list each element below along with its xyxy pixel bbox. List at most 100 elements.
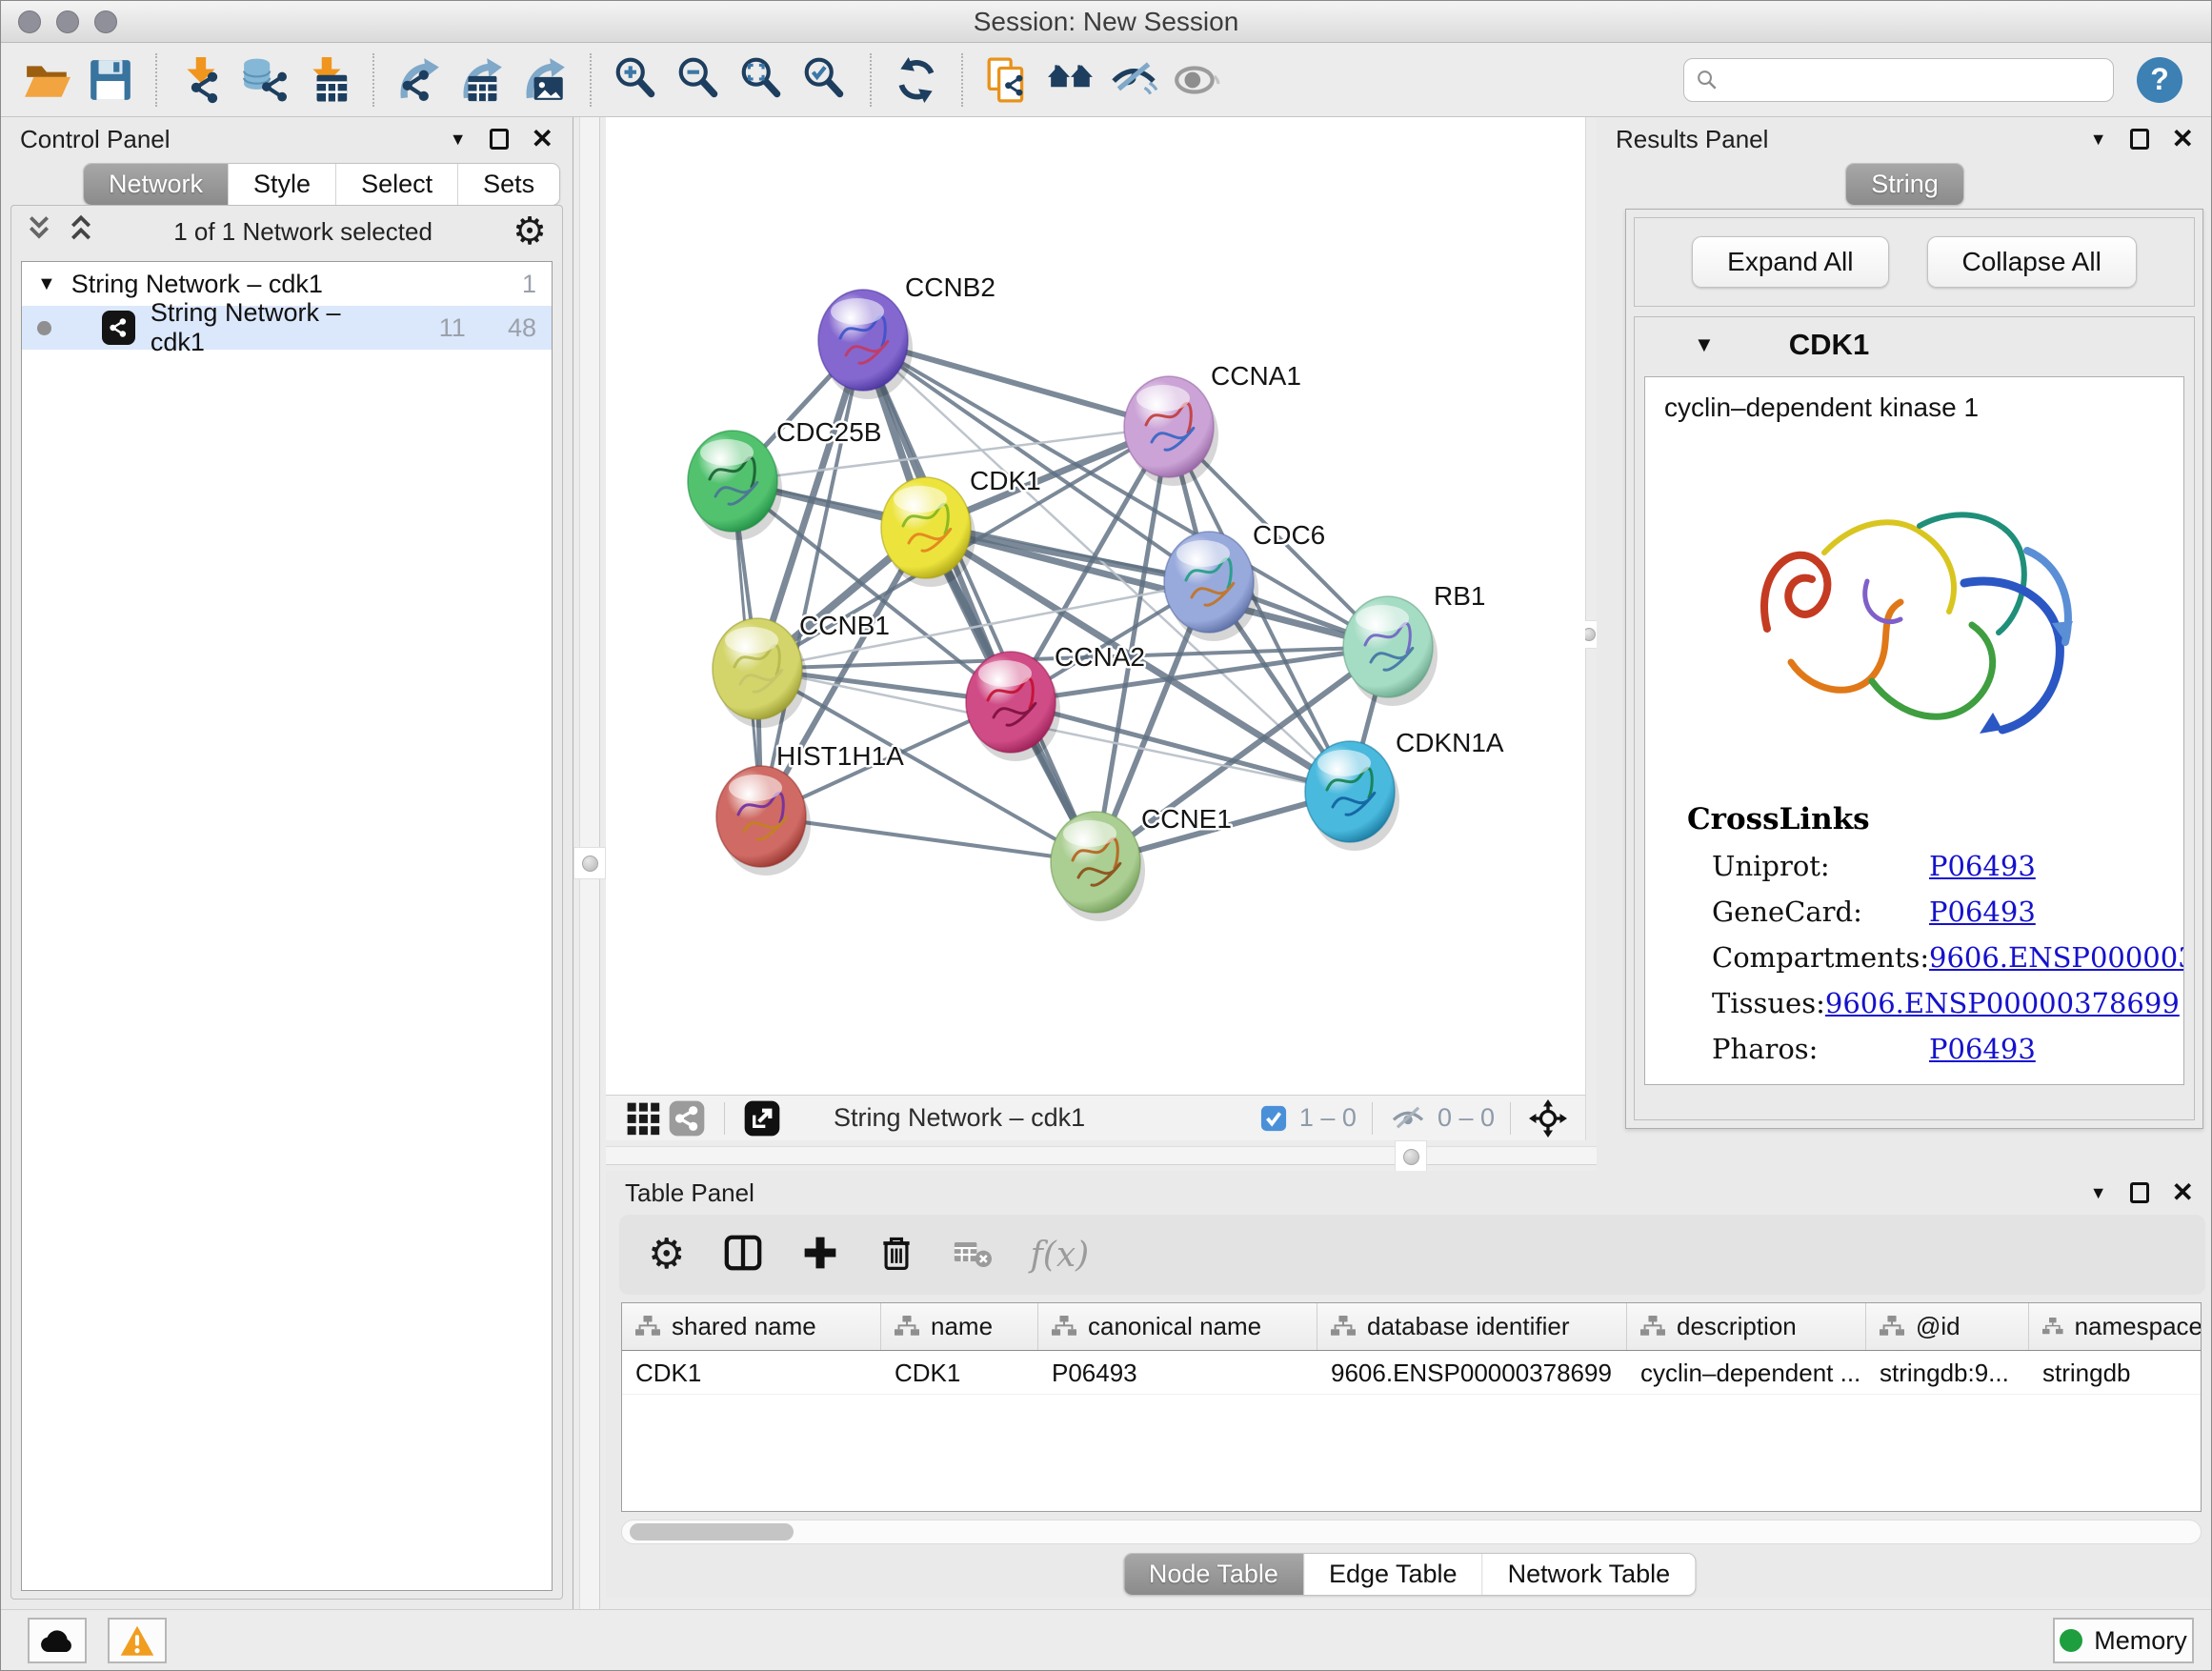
left-splitter-grip[interactable]	[573, 847, 606, 879]
tab-edge-table[interactable]: Edge Table	[1304, 1554, 1483, 1595]
tab-style[interactable]: Style	[229, 164, 336, 205]
import-network-file-button[interactable]	[171, 50, 233, 111]
export-network-button[interactable]	[388, 50, 451, 111]
delete-table-icon[interactable]	[954, 1236, 992, 1274]
import-network-database-button[interactable]	[233, 50, 296, 111]
control-panel-float-icon[interactable]	[490, 129, 509, 150]
search-box[interactable]	[1683, 58, 2114, 102]
add-column-icon[interactable]	[801, 1234, 839, 1277]
network-row[interactable]: String Network – cdk1 11 48	[22, 306, 552, 350]
node-entry-header[interactable]: ▼ CDK1	[1635, 317, 2194, 372]
tab-network-table[interactable]: Network Table	[1483, 1554, 1696, 1595]
table-panel-float-icon[interactable]	[2130, 1182, 2149, 1203]
crosslink-link[interactable]: P06493	[1929, 1033, 2036, 1065]
network-share-icon[interactable]	[665, 1099, 709, 1137]
refresh-view-button[interactable]	[885, 50, 948, 111]
column-header-description[interactable]: description	[1627, 1303, 1866, 1350]
table-cell[interactable]: cyclin–dependent ...	[1627, 1351, 1866, 1394]
zoom-selected-button[interactable]	[794, 50, 856, 111]
collapse-all-networks-icon[interactable]	[27, 212, 51, 251]
table-cell[interactable]: P06493	[1038, 1351, 1317, 1394]
window-zoom-button[interactable]	[94, 10, 117, 33]
table-panel-collapse-icon[interactable]: ▼	[2090, 1183, 2107, 1203]
expand-all-button[interactable]: Expand All	[1692, 236, 1888, 288]
network-node-CDKN1A[interactable]: CDKN1A	[1305, 728, 1504, 851]
network-node-RB1[interactable]: RB1	[1343, 581, 1485, 706]
duplicate-network-button[interactable]	[976, 50, 1039, 111]
hide-selected-button[interactable]	[1102, 50, 1165, 111]
table-cell[interactable]: CDK1	[881, 1351, 1038, 1394]
table-panel-close-icon[interactable]: ✕	[2172, 1182, 2194, 1203]
help-button[interactable]: ?	[2137, 57, 2182, 103]
show-all-button[interactable]	[1165, 50, 1228, 111]
window-close-button[interactable]	[18, 10, 41, 33]
column-header-namespace[interactable]: namespace	[2029, 1303, 2202, 1350]
save-session-button[interactable]	[79, 50, 142, 111]
network-node-CCNA1[interactable]: CCNA1	[1124, 361, 1301, 486]
birdseye-grid-icon[interactable]	[621, 1099, 665, 1137]
network-node-CCNE1[interactable]: CCNE1	[1051, 804, 1232, 921]
network-graph[interactable]: CCNB2CCNA1CDC25BCDK1CDC6RB1CCNB1CCNA2CDK…	[606, 117, 1585, 1095]
column-header-name[interactable]: name	[881, 1303, 1038, 1350]
crosslink-link[interactable]: 9606.ENSP00000378699	[1825, 987, 2180, 1019]
edge-CCNB2-CCNE1[interactable]	[863, 340, 1096, 862]
export-view-icon[interactable]	[740, 1099, 784, 1137]
results-panel-collapse-icon[interactable]: ▼	[2090, 130, 2107, 150]
memory-button[interactable]: Memory	[2053, 1618, 2194, 1663]
function-builder-icon[interactable]: f(x)	[1030, 1236, 1089, 1275]
show-columns-icon[interactable]	[723, 1233, 763, 1278]
export-table-button[interactable]	[451, 50, 513, 111]
edge-HIST1H1A-CCNE1[interactable]	[761, 816, 1096, 862]
network-view-canvas[interactable]: CCNB2CCNA1CDC25BCDK1CDC6RB1CCNB1CCNA2CDK…	[606, 117, 1585, 1095]
zoom-fit-button[interactable]	[731, 50, 794, 111]
results-panel-float-icon[interactable]	[2130, 129, 2149, 150]
collection-expand-caret-icon[interactable]: ▼	[37, 273, 56, 295]
crosslink-link[interactable]: P06493	[1929, 896, 2036, 928]
window-minimize-button[interactable]	[56, 10, 79, 33]
fit-selected-crosshair-icon[interactable]	[1526, 1098, 1570, 1138]
warning-status-button[interactable]	[108, 1618, 167, 1663]
first-neighbors-button[interactable]	[1039, 50, 1102, 111]
crosslink-link[interactable]: 9606.ENSP00000378699	[1929, 941, 2184, 974]
tab-network[interactable]: Network	[84, 164, 229, 205]
column-header-canonical-name[interactable]: canonical name	[1038, 1303, 1317, 1350]
table-cell[interactable]: stringdb	[2029, 1351, 2202, 1394]
export-image-button[interactable]	[513, 50, 576, 111]
network-node-HIST1H1A[interactable]: HIST1H1A	[716, 741, 904, 876]
tab-node-table[interactable]: Node Table	[1124, 1554, 1304, 1595]
cloud-status-button[interactable]	[28, 1618, 87, 1663]
column-header-database-identifier[interactable]: database identifier	[1317, 1303, 1627, 1350]
network-node-CDK1[interactable]: CDK1	[881, 466, 1041, 587]
control-panel-collapse-icon[interactable]: ▼	[450, 130, 467, 150]
expand-all-networks-icon[interactable]	[69, 212, 93, 251]
crosslink-link[interactable]: P06493	[1929, 850, 2036, 882]
network-options-gear-icon[interactable]: ⚙	[513, 212, 547, 251]
horizontal-splitter-grip[interactable]	[1395, 1140, 1427, 1173]
tab-string[interactable]: String	[1846, 164, 1963, 205]
hidden-eye-slash-icon[interactable]	[1388, 1101, 1428, 1136]
column-header-id[interactable]: @id	[1866, 1303, 2029, 1350]
left-splitter[interactable]	[573, 117, 606, 1611]
import-table-file-button[interactable]	[296, 50, 359, 111]
selected-checkbox-icon[interactable]	[1257, 1102, 1290, 1135]
table-cell[interactable]: 9606.ENSP00000378699	[1317, 1351, 1627, 1394]
column-header-shared-name[interactable]: shared name	[622, 1303, 881, 1350]
table-horizontal-scrollbar[interactable]	[621, 1520, 2202, 1544]
tab-sets[interactable]: Sets	[458, 164, 559, 205]
results-panel-close-icon[interactable]: ✕	[2172, 129, 2194, 150]
delete-column-icon[interactable]	[877, 1234, 915, 1277]
search-input[interactable]	[1728, 65, 2101, 94]
control-panel-close-icon[interactable]: ✕	[532, 129, 553, 150]
zoom-in-button[interactable]	[605, 50, 668, 111]
table-cell[interactable]: stringdb:9...	[1866, 1351, 2029, 1394]
node-entry-caret-icon[interactable]: ▼	[1694, 332, 1715, 357]
table-cell[interactable]: CDK1	[622, 1351, 881, 1394]
table-options-gear-icon[interactable]: ⚙	[648, 1236, 685, 1274]
zoom-out-button[interactable]	[668, 50, 731, 111]
collapse-all-button[interactable]: Collapse All	[1927, 236, 2137, 288]
table-row[interactable]: CDK1CDK1P064939606.ENSP00000378699cyclin…	[622, 1351, 2201, 1395]
right-splitter[interactable]	[1585, 117, 1597, 1171]
network-node-CCNB1[interactable]: CCNB1	[713, 611, 890, 728]
tab-select[interactable]: Select	[336, 164, 458, 205]
scrollbar-thumb[interactable]	[630, 1523, 794, 1540]
